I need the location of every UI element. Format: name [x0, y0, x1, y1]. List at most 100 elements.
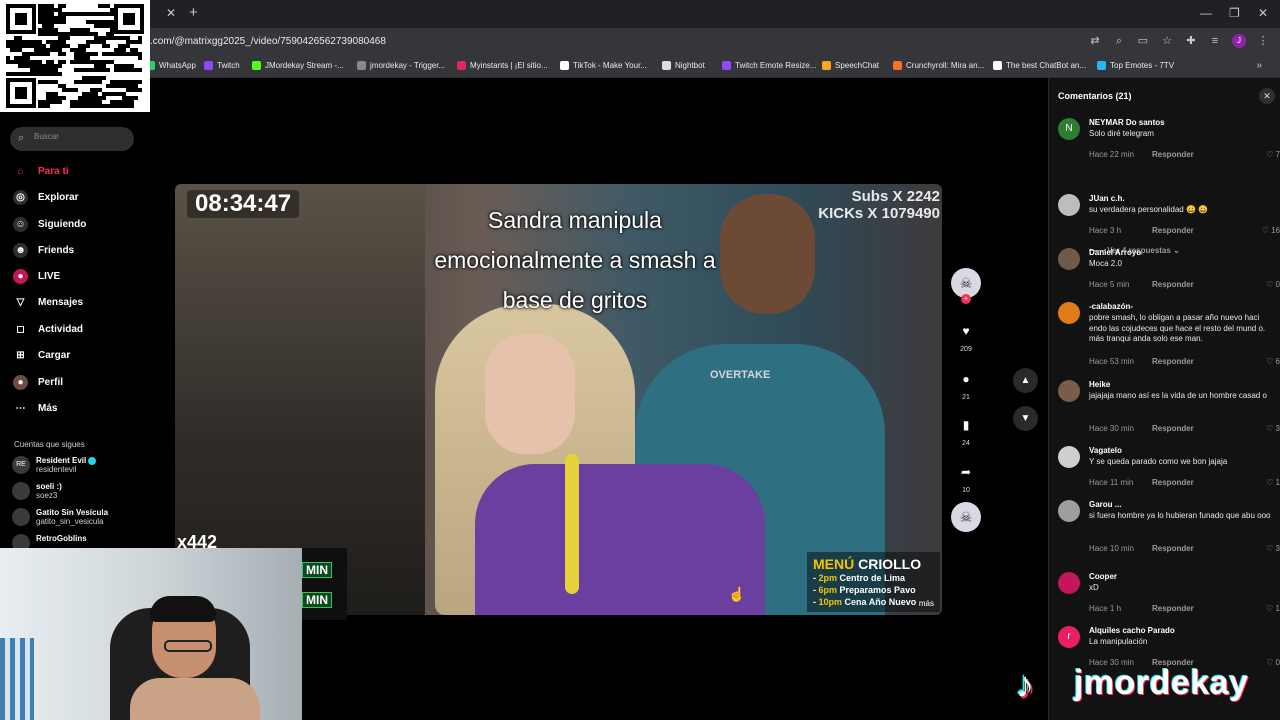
next-video-icon[interactable]: ▼	[1013, 406, 1038, 431]
comment-username[interactable]: Cooper	[1089, 572, 1117, 581]
avatar[interactable]	[1058, 500, 1080, 522]
qr-module	[122, 64, 126, 68]
comment-like[interactable]: ♡ 6	[1266, 357, 1280, 366]
qr-module	[122, 48, 126, 52]
qr-module	[106, 24, 110, 28]
following-account[interactable]: Gatito Sin Vesícula gatito_sin_vesicula	[12, 508, 108, 526]
reply-button[interactable]: Responder	[1152, 544, 1194, 553]
qr-module	[90, 32, 94, 36]
sidebar-item[interactable]: ● LIVE	[13, 269, 60, 284]
qr-module	[22, 56, 26, 60]
bookmark-item[interactable]: jmordekay - Trigger...	[357, 61, 445, 70]
search-input[interactable]	[34, 132, 129, 141]
comment-like[interactable]: ♡ 3	[1266, 424, 1280, 433]
comment-username[interactable]: Alquiles cacho Parado	[1089, 626, 1175, 635]
bookmarks-overflow-icon[interactable]: »	[1256, 60, 1262, 71]
follow-plus-icon[interactable]: +	[961, 294, 971, 304]
comment-like[interactable]: ♡ 16	[1262, 226, 1280, 235]
bookmark-item[interactable]: The best ChatBot an...	[993, 61, 1086, 70]
translate-icon[interactable]: ⇄	[1088, 34, 1102, 48]
comment-username[interactable]: JUan c.h.	[1089, 194, 1125, 203]
music-disc-action[interactable]: ☠	[951, 502, 981, 532]
comment-action[interactable]: ● 21	[951, 366, 981, 401]
qr-module	[94, 32, 98, 36]
minimize-icon[interactable]: —	[1200, 6, 1212, 20]
sidebar-item[interactable]: ☻ Friends	[13, 243, 74, 258]
sidebar-item[interactable]: ● Perfil	[13, 375, 63, 390]
comment-username[interactable]: NEYMAR Do santos	[1089, 118, 1165, 127]
sidebar-item[interactable]: ◎ Explorar	[13, 190, 79, 205]
sidebar-item[interactable]: ⌂ Para ti	[13, 164, 68, 179]
reply-button[interactable]: Responder	[1152, 478, 1194, 487]
avatar[interactable]	[1058, 446, 1080, 468]
comment-username[interactable]: Daniel Arroyo	[1089, 248, 1141, 257]
avatar[interactable]	[1058, 380, 1080, 402]
comment-username[interactable]: Vagatelo	[1089, 446, 1122, 455]
creator-avatar-action[interactable]: ☠ +	[951, 268, 981, 304]
sidebar-item[interactable]: ◻ Actividad	[13, 322, 83, 337]
sidebar-item[interactable]: ☺ Siguiendo	[13, 217, 86, 232]
save-action[interactable]: ▮ 24	[951, 412, 981, 447]
reply-button[interactable]: Responder	[1152, 150, 1194, 159]
like-action[interactable]: ♥ 209	[951, 318, 981, 353]
qr-module	[134, 52, 138, 56]
sidebar-item[interactable]: ⊞ Cargar	[13, 348, 70, 363]
avatar[interactable]: r	[1058, 626, 1080, 648]
following-account[interactable]: soeli :) soez3	[12, 482, 62, 500]
cast-icon[interactable]: ▭	[1136, 34, 1150, 48]
reply-button[interactable]: Responder	[1152, 280, 1194, 289]
comment-like[interactable]: ♡ 1	[1266, 604, 1280, 613]
sidebar-item[interactable]: ⋯ Más	[13, 401, 58, 416]
comment-username[interactable]: Garou ...	[1089, 500, 1121, 509]
extensions-icon[interactable]: ✚	[1184, 34, 1198, 48]
share-action[interactable]: ➦ 10	[951, 459, 981, 494]
search-box[interactable]: ⌕	[10, 127, 134, 151]
comment-like[interactable]: ♡ 7	[1266, 150, 1280, 159]
reply-button[interactable]: Responder	[1152, 604, 1194, 613]
url-text[interactable]: .com/@matrixgg2025_/video/75904265627390…	[150, 36, 386, 47]
qr-module	[118, 68, 122, 72]
bookmark-item[interactable]: WhatsApp	[146, 61, 196, 70]
qr-module	[106, 44, 110, 48]
avatar[interactable]	[1058, 248, 1080, 270]
bookmark-item[interactable]: Nightbot	[662, 61, 705, 70]
qr-module	[42, 12, 46, 16]
sidebar-item[interactable]: ▽ Mensajes	[13, 295, 83, 310]
zoom-icon[interactable]: ⌕	[1112, 34, 1126, 48]
tab-close-icon[interactable]: ✕	[166, 6, 176, 20]
bookmark-item[interactable]: JMordekay Stream -...	[252, 61, 344, 70]
avatar[interactable]	[1058, 302, 1080, 324]
sidebar-item-label: Cargar	[38, 350, 71, 361]
avatar[interactable]	[1058, 572, 1080, 594]
previous-video-icon[interactable]: ▲	[1013, 368, 1038, 393]
avatar[interactable]	[1058, 194, 1080, 216]
qr-module	[50, 100, 54, 104]
avatar[interactable]: N	[1058, 118, 1080, 140]
comment-username[interactable]: Heike	[1089, 380, 1110, 389]
reply-button[interactable]: Responder	[1152, 424, 1194, 433]
comment-like[interactable]: ♡ 3	[1266, 544, 1280, 553]
comment-like[interactable]: ♡ 1	[1266, 478, 1280, 487]
bookmark-star-icon[interactable]: ☆	[1160, 34, 1174, 48]
bookmark-item[interactable]: Myinstants | ¡El sitio...	[457, 61, 548, 70]
bookmark-item[interactable]: Twitch Emote Resize...	[722, 61, 816, 70]
bookmark-item[interactable]: Crunchyroll: Mira an...	[893, 61, 984, 70]
reply-button[interactable]: Responder	[1152, 357, 1194, 366]
reply-button[interactable]: Responder	[1152, 226, 1194, 235]
window-close-icon[interactable]: ✕	[1258, 6, 1268, 20]
comment-like[interactable]: ♡ 0	[1266, 280, 1280, 289]
media-controls-icon[interactable]: ≡	[1208, 34, 1222, 48]
bookmark-item[interactable]: Twitch	[204, 61, 240, 70]
new-tab-icon[interactable]: +	[189, 4, 198, 21]
bookmark-item[interactable]: Top Emotes - 7TV	[1097, 61, 1174, 70]
close-icon[interactable]: ✕	[1259, 88, 1275, 104]
bookmark-item[interactable]: TikTok - Make Your...	[560, 61, 647, 70]
menu-dots-icon[interactable]: ⋮	[1256, 34, 1270, 48]
profile-avatar[interactable]: J	[1232, 34, 1246, 48]
qr-module	[106, 12, 110, 16]
restore-icon[interactable]: ❐	[1229, 6, 1240, 20]
following-account[interactable]: RE Resident Evil residentevil	[12, 456, 97, 474]
qr-module	[86, 52, 90, 56]
comment-username[interactable]: -calabazón-	[1089, 302, 1133, 311]
bookmark-item[interactable]: SpeechChat	[822, 61, 879, 70]
